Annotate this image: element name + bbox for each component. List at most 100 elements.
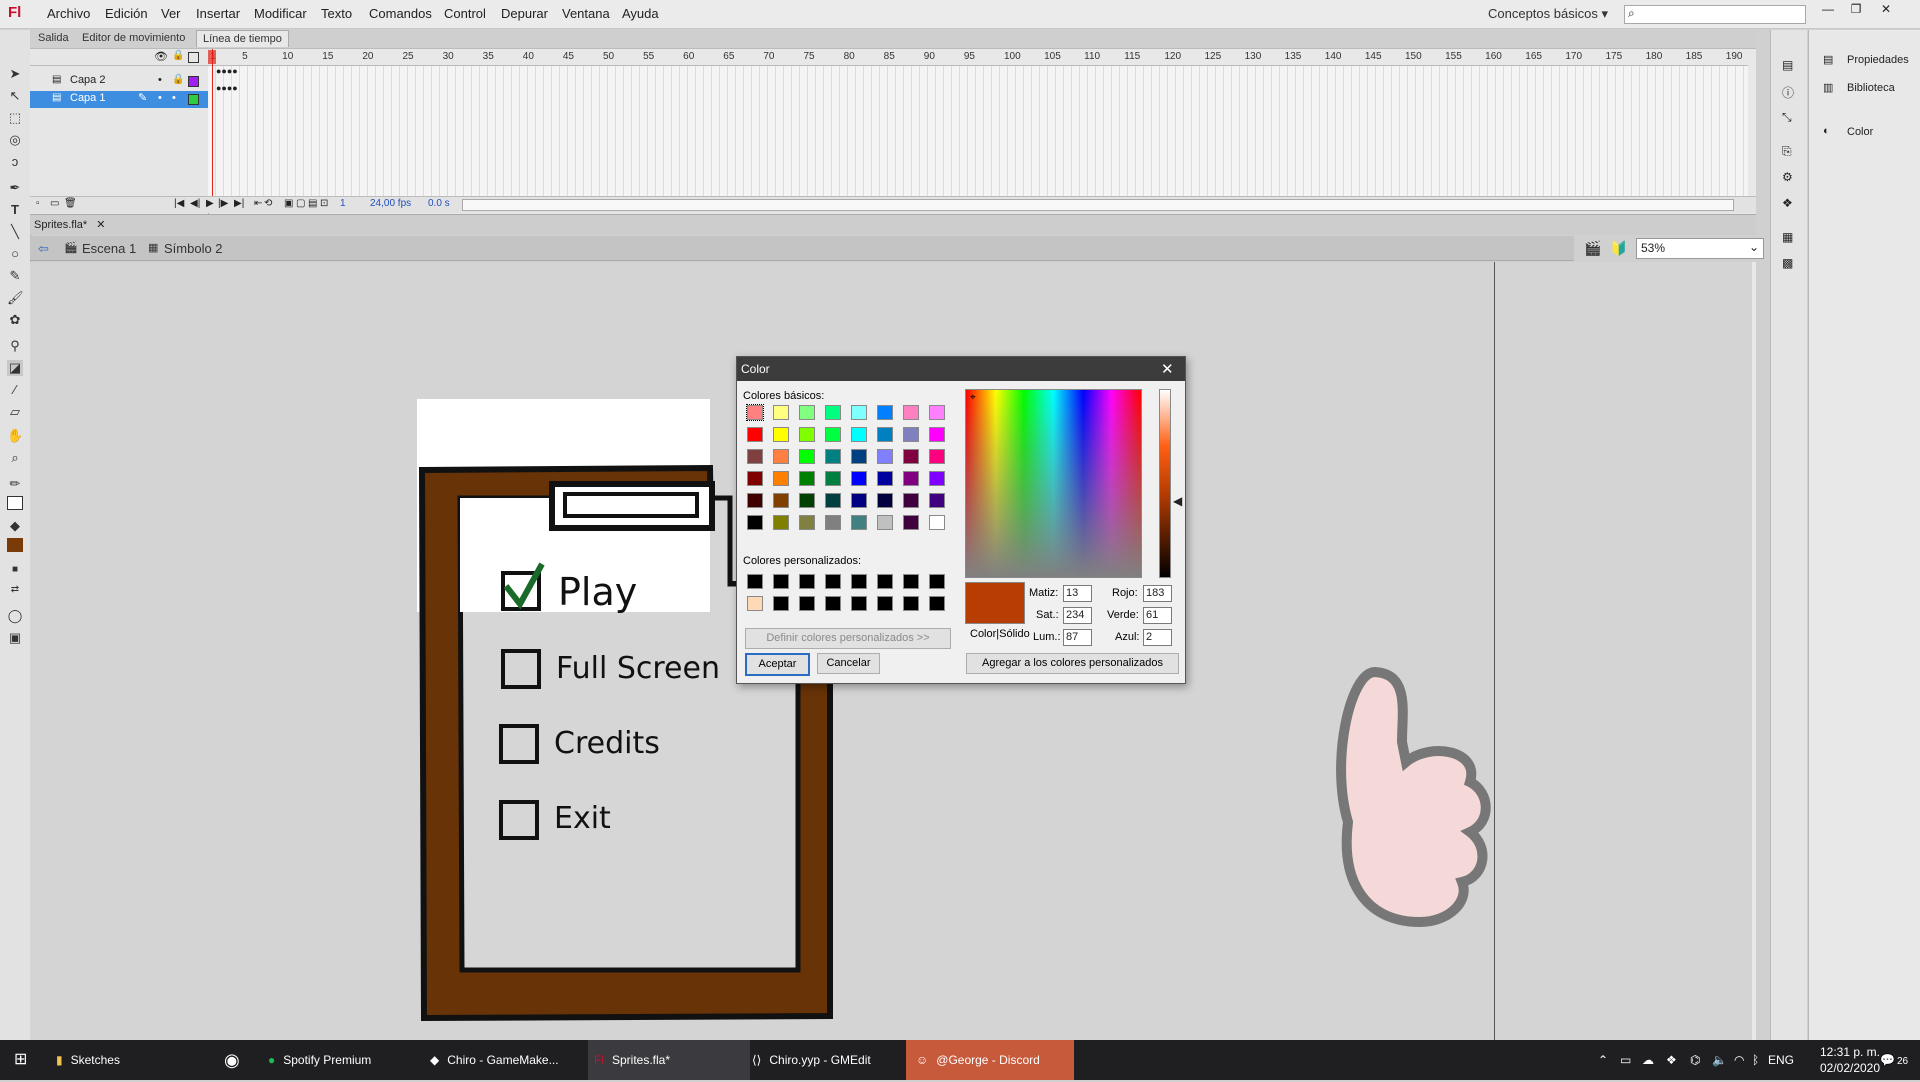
basic-color-swatch[interactable] [825,515,841,530]
motion-presets-icon[interactable]: ❖ [1782,196,1793,210]
edit-multiple-icon[interactable]: ▤ [308,198,317,209]
custom-color-swatch[interactable] [903,574,919,589]
frame-rate[interactable]: 24,00 fps [370,198,411,209]
menu-texto[interactable]: Texto [321,6,352,21]
battery-icon[interactable]: ▭ [1620,1040,1631,1080]
paint-bucket-icon[interactable]: ◪ [7,360,23,376]
layer-lock-dot-icon[interactable]: • [172,92,176,104]
3d-rotation-icon[interactable]: ◎ [7,132,23,148]
custom-color-swatch[interactable] [799,596,815,611]
layer-color-swatch[interactable] [188,94,199,105]
custom-color-swatch[interactable] [747,596,763,611]
onion-skin-icon[interactable]: ▣ [284,198,293,209]
custom-color-swatch[interactable] [903,596,919,611]
custom-color-swatch[interactable] [929,574,945,589]
basic-color-swatch[interactable] [747,493,763,508]
basic-color-swatch[interactable] [825,493,841,508]
current-frame[interactable]: 1 [340,198,346,209]
tab-linea-de-tiempo[interactable]: Línea de tiempo [196,30,289,47]
basic-color-swatch[interactable] [799,515,815,530]
basic-color-swatch[interactable] [799,471,815,486]
bone-tool-icon[interactable]: ⚲ [7,338,23,354]
back-arrow-icon[interactable]: ⇦ [38,241,49,257]
center-frame-icon[interactable]: ⇤ [254,198,262,209]
sat-input[interactable]: 234 [1063,607,1092,624]
rojo-input[interactable]: 183 [1143,585,1172,602]
hand-tool-icon[interactable]: ✋ [7,428,23,444]
menu-insertar[interactable]: Insertar [196,6,240,21]
tab-editor-movimiento[interactable]: Editor de movimiento [82,32,185,44]
cancel-button[interactable]: Cancelar [817,653,880,674]
network-icon[interactable]: ⌬ [1690,1040,1700,1080]
basic-color-swatch[interactable] [799,405,815,420]
loop-icon[interactable]: ⟲ [264,198,272,209]
basic-color-swatch[interactable] [851,493,867,508]
custom-color-swatch[interactable] [851,596,867,611]
basic-color-swatch[interactable] [746,404,764,421]
chrome-icon[interactable]: ◉ [224,1040,240,1080]
swap-colors-icon[interactable]: ⇄ [7,582,23,598]
language-indicator[interactable]: ENG [1768,1040,1794,1080]
custom-color-swatch[interactable] [773,574,789,589]
layer-row-capa-1[interactable]: ▤ Capa 1 ✎ • • [30,91,208,108]
close-icon[interactable]: ✕ [1161,360,1174,378]
custom-color-swatch[interactable] [851,574,867,589]
brush-tool-icon[interactable]: 🖌 [7,290,24,306]
basic-color-swatch[interactable] [903,427,919,442]
close-tab-icon[interactable]: ✕ [96,219,105,231]
eraser-icon[interactable]: ▱ [7,404,23,420]
lock-icon[interactable]: 🔒 [172,50,184,61]
basic-color-swatch[interactable] [773,515,789,530]
new-layer-icon[interactable]: ▫ [36,198,40,209]
dropbox-icon[interactable]: ❖ [1666,1040,1677,1080]
basic-color-swatch[interactable] [903,405,919,420]
oval-tool-icon[interactable]: ○ [7,246,23,262]
basic-color-swatch[interactable] [747,515,763,530]
step-back-icon[interactable]: ◀| [190,198,200,209]
snap-icon[interactable]: ▣ [7,630,23,646]
basic-color-swatch[interactable] [799,427,815,442]
basic-color-swatch[interactable] [929,515,945,530]
taskbar-item-sketches[interactable]: ▮ Sketches [56,1040,206,1080]
keyframes[interactable]: ●●●● [216,83,238,93]
layer-color-swatch[interactable] [188,76,199,87]
edit-scene-icon[interactable]: 🎬 [1584,240,1601,257]
volume-icon[interactable]: 🔈 [1712,1040,1727,1080]
minimize-button[interactable]: — [1815,2,1841,20]
basic-color-swatch[interactable] [929,405,945,420]
line-tool-icon[interactable]: ╲ [7,224,23,240]
text-tool-icon[interactable]: T [7,202,23,218]
info-icon[interactable]: ⓘ [1782,84,1794,101]
default-colors-icon[interactable]: ■ [7,562,23,578]
object-drawing-icon[interactable]: ◯ [7,608,23,624]
basic-color-swatch[interactable] [773,449,789,464]
taskbar-item-flash[interactable]: Fl Sprites.fla* [588,1040,750,1080]
basic-color-swatch[interactable] [799,493,815,508]
basic-color-swatch[interactable] [903,515,919,530]
basic-color-swatch[interactable] [773,471,789,486]
basic-color-swatch[interactable] [929,449,945,464]
bluetooth-icon[interactable]: ᛒ [1752,1040,1759,1080]
menu-ventana[interactable]: Ventana [562,6,610,21]
swatches-icon[interactable]: ▩ [1782,256,1793,270]
basic-color-swatch[interactable] [747,427,763,442]
custom-color-swatch[interactable] [799,574,815,589]
document-tab[interactable]: Sprites.fla* ✕ [34,218,105,231]
menu-ver[interactable]: Ver [161,6,181,21]
breadcrumb-simbolo[interactable]: Símbolo 2 [164,241,223,256]
delete-layer-icon[interactable]: 🗑 [64,198,77,209]
fill-color-icon[interactable]: ◆ [7,518,23,534]
basic-color-swatch[interactable] [903,449,919,464]
basic-color-swatch[interactable] [851,471,867,486]
zoom-select[interactable]: 53% ⌄ [1636,238,1764,259]
breadcrumb-escena[interactable]: Escena 1 [82,241,136,256]
goto-first-icon[interactable]: |◀ [174,198,184,209]
crosshair-icon[interactable]: ⌖ [970,392,976,403]
ok-button[interactable]: Aceptar [745,653,810,676]
basic-color-swatch[interactable] [825,405,841,420]
basic-color-swatch[interactable] [929,427,945,442]
basic-color-swatch[interactable] [877,515,893,530]
deco-tool-icon[interactable]: ✿ [7,312,23,328]
custom-color-swatch[interactable] [773,596,789,611]
define-custom-colors-button[interactable]: Definir colores personalizados >> [745,628,951,649]
